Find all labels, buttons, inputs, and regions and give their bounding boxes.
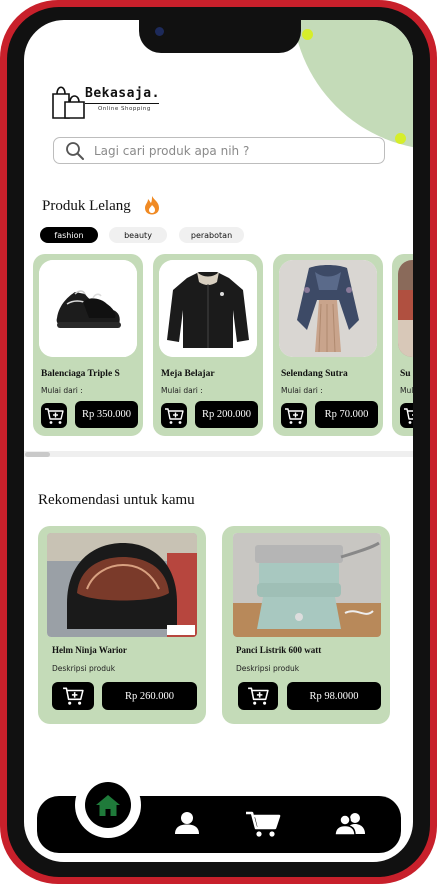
price-label: Rp 260.000	[124, 690, 174, 702]
product-subtitle: Mulai dari :	[41, 386, 83, 395]
nav-community-button[interactable]	[333, 810, 367, 838]
product-image-scarf	[279, 260, 377, 357]
home-icon	[96, 795, 120, 816]
price-button[interactable]: Rp 98.0000	[287, 682, 381, 710]
product-subtitle: Mulai dari :	[281, 386, 323, 395]
side-button	[0, 325, 6, 390]
auction-card[interactable]: Selendang Sutra Mulai dari : Rp 70.000	[273, 254, 383, 436]
add-to-cart-button[interactable]	[52, 682, 94, 710]
cart-add-icon	[248, 687, 269, 705]
price-label: Rp 98.0000	[309, 690, 359, 702]
product-name: Helm Ninja Warior	[52, 645, 127, 655]
camera	[155, 27, 164, 36]
auction-card[interactable]: Balenciaga Triple S Mulai dari : Rp 350.…	[33, 254, 143, 436]
price-button[interactable]: Rp 260.000	[102, 682, 197, 710]
price-label: Rp 200.000	[201, 409, 251, 420]
notch	[139, 20, 301, 53]
product-image-sneakers	[39, 260, 137, 357]
product-image-electric-pot	[233, 533, 381, 637]
product-image-jacket	[159, 260, 257, 357]
side-button	[0, 230, 6, 300]
category-chip-perabotan[interactable]: perabotan	[179, 227, 244, 243]
category-chip-beauty[interactable]: beauty	[109, 227, 167, 243]
search-input[interactable]	[94, 142, 374, 160]
price-button[interactable]: Rp 200.000	[195, 401, 258, 428]
auction-section-title: Produk Lelang	[42, 198, 131, 215]
product-name: Panci Listrik 600 watt	[236, 645, 322, 655]
nav-profile-button[interactable]	[172, 808, 202, 838]
app-logo: Bekasaja. Online Shopping	[51, 82, 161, 122]
add-to-cart-button[interactable]	[41, 403, 67, 428]
cart-add-icon	[45, 407, 64, 424]
product-subtitle: Mulai dari :	[161, 386, 203, 395]
product-name: Selendang Sutra	[281, 369, 348, 379]
add-to-cart-button[interactable]	[281, 403, 307, 428]
price-button[interactable]: Rp 70.000	[315, 401, 378, 428]
decorative-dot	[302, 29, 313, 40]
nav-home-button[interactable]	[85, 782, 131, 828]
chip-label: perabotan	[190, 230, 233, 240]
add-to-cart-button[interactable]	[400, 403, 413, 428]
product-name: Meja Belajar	[161, 369, 215, 379]
product-name: Balenciaga Triple S	[41, 369, 120, 379]
price-label: Rp 70.000	[324, 409, 369, 420]
recommend-section-title: Rekomendasi untuk kamu	[38, 492, 195, 508]
side-button	[431, 262, 437, 367]
cart-icon	[246, 811, 281, 837]
product-subtitle: Deskripsi produk	[236, 664, 300, 673]
auction-card[interactable]: Meja Belajar Mulai dari : Rp 200.000	[153, 254, 263, 436]
horizontal-scrollbar[interactable]	[24, 451, 413, 457]
product-image-helmet	[47, 533, 197, 637]
flame-icon	[145, 196, 159, 215]
cart-add-icon	[404, 407, 413, 424]
product-subtitle: Deskripsi produk	[52, 664, 116, 673]
scrollbar-thumb[interactable]	[25, 452, 50, 457]
product-name: Su	[400, 369, 411, 379]
decorative-blob	[292, 20, 413, 150]
person-icon	[175, 812, 199, 834]
nav-cart-button[interactable]	[244, 808, 282, 840]
product-subtitle: Mul	[400, 386, 413, 395]
auction-title-text: Produk Lelang	[42, 198, 131, 214]
price-button[interactable]: Rp 350.000	[75, 401, 138, 428]
screen: Bekasaja. Online Shopping Produk Lelang …	[24, 20, 413, 862]
product-image	[398, 260, 413, 357]
recommend-card[interactable]: Panci Listrik 600 watt Deskripsi produk …	[222, 526, 390, 724]
price-label: Rp 350.000	[81, 409, 131, 420]
chip-label: beauty	[124, 230, 152, 240]
side-button	[0, 178, 6, 208]
cart-add-icon	[285, 407, 304, 424]
auction-card[interactable]: Su Mul	[392, 254, 413, 436]
search-bar[interactable]	[53, 137, 385, 164]
add-to-cart-button[interactable]	[161, 403, 187, 428]
logo-wordmark: Bekasaja.	[85, 86, 160, 101]
add-to-cart-button[interactable]	[238, 682, 278, 710]
cart-add-icon	[63, 687, 84, 705]
users-icon	[334, 813, 365, 836]
decorative-dot	[395, 133, 406, 144]
shopping-bags-icon	[52, 86, 85, 119]
recommend-card[interactable]: Helm Ninja Warior Deskripsi produk Rp 26…	[38, 526, 206, 724]
category-chip-fashion[interactable]: fashion	[40, 227, 98, 243]
cart-add-icon	[165, 407, 184, 424]
search-icon	[66, 142, 84, 160]
logo-tagline: Online Shopping	[98, 106, 151, 112]
chip-label: fashion	[54, 230, 84, 240]
logo-divider	[85, 103, 159, 104]
